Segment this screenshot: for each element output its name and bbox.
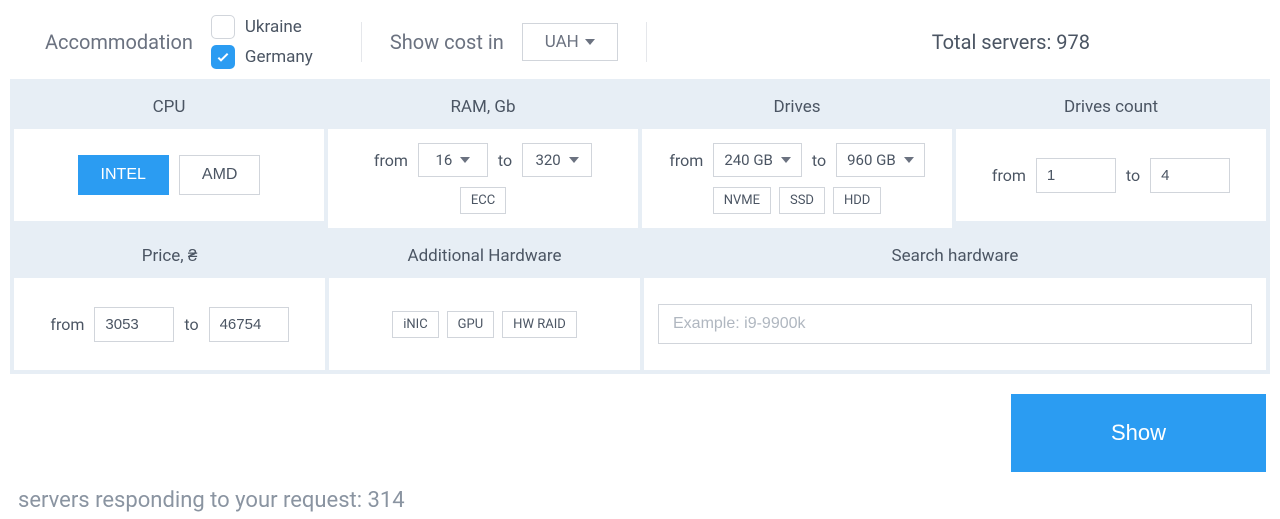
search-hardware-filter: Search hardware xyxy=(644,232,1266,370)
additional-tag-hwraid[interactable]: HW RAID xyxy=(502,311,577,338)
location-row-germany: Germany xyxy=(211,45,313,69)
additional-tag-gpu[interactable]: GPU xyxy=(447,311,495,338)
drives-to-label: to xyxy=(812,151,826,170)
drives-tag-ssd[interactable]: SSD xyxy=(779,187,825,214)
total-servers-value: 978 xyxy=(1056,30,1090,54)
location-options: Ukraine Germany xyxy=(211,15,313,69)
cost-label: Show cost in xyxy=(390,30,504,54)
drives-filter: Drives from 240 GB to 960 GB NVME xyxy=(642,83,952,228)
responding-value: 314 xyxy=(368,488,405,513)
drives-from-label: from xyxy=(669,151,703,170)
cpu-filter: CPU INTEL AMD xyxy=(14,83,324,228)
drives-count-to-input[interactable] xyxy=(1150,158,1230,193)
drives-to-value: 960 GB xyxy=(847,151,896,169)
check-icon xyxy=(215,49,231,65)
show-button[interactable]: Show xyxy=(1011,394,1266,472)
ram-to-select[interactable]: 320 xyxy=(522,143,592,177)
price-from-label: from xyxy=(50,315,84,334)
currency-value: UAH xyxy=(545,32,579,52)
filter-row-2: Price, ₴ from to Additional Hardware iNI… xyxy=(14,232,1266,370)
drives-count-from-label: from xyxy=(992,166,1026,185)
drives-count-to-label: to xyxy=(1126,166,1140,185)
top-bar: Accommodation Ukraine Germany Show cost … xyxy=(0,0,1280,79)
drives-to-select[interactable]: 960 GB xyxy=(836,143,925,177)
checkbox-ukraine[interactable] xyxy=(211,15,235,39)
responding-count: servers responding to your request: 314 xyxy=(0,482,1280,519)
drives-count-header: Drives count xyxy=(956,83,1266,129)
chevron-down-icon xyxy=(569,157,579,163)
price-filter: Price, ₴ from to xyxy=(14,232,325,370)
ram-from-value: 16 xyxy=(435,151,452,169)
drives-count-filter: Drives count from to xyxy=(956,83,1266,228)
price-to-label: to xyxy=(184,315,198,334)
additional-hardware-filter: Additional Hardware iNIC GPU HW RAID xyxy=(329,232,640,370)
accommodation-label: Accommodation xyxy=(45,30,193,54)
ram-from-label: from xyxy=(374,151,408,170)
location-label-germany: Germany xyxy=(245,47,313,67)
show-button-row: Show xyxy=(0,374,1280,482)
cpu-header: CPU xyxy=(14,83,324,129)
cpu-option-amd[interactable]: AMD xyxy=(179,155,261,195)
search-hardware-input[interactable] xyxy=(658,304,1252,344)
ram-to-label: to xyxy=(498,151,512,170)
ram-to-value: 320 xyxy=(535,151,560,169)
chevron-down-icon xyxy=(904,157,914,163)
filter-row-1: CPU INTEL AMD RAM, Gb from 16 to xyxy=(14,83,1266,228)
price-header: Price, ₴ xyxy=(14,232,325,278)
divider xyxy=(361,22,362,62)
chevron-down-icon xyxy=(460,157,470,163)
location-row-ukraine: Ukraine xyxy=(211,15,313,39)
additional-tag-inic[interactable]: iNIC xyxy=(392,311,438,338)
drives-from-value: 240 GB xyxy=(724,151,773,169)
drives-tag-hdd[interactable]: HDD xyxy=(833,187,881,214)
price-to-input[interactable] xyxy=(209,307,289,342)
total-servers-label: Total servers: xyxy=(932,30,1052,54)
chevron-down-icon xyxy=(781,157,791,163)
drives-tag-nvme[interactable]: NVME xyxy=(713,187,771,214)
filter-panel: CPU INTEL AMD RAM, Gb from 16 to xyxy=(10,79,1270,374)
ram-from-select[interactable]: 16 xyxy=(418,143,488,177)
responding-label: servers responding to your request: xyxy=(18,488,362,513)
drives-from-select[interactable]: 240 GB xyxy=(713,143,802,177)
cost-group: Show cost in UAH xyxy=(390,23,618,61)
chevron-down-icon xyxy=(585,39,595,45)
ram-header: RAM, Gb xyxy=(328,83,638,129)
total-servers: Total servers: 978 xyxy=(932,30,1270,54)
cpu-option-intel[interactable]: INTEL xyxy=(78,155,169,195)
ram-tag-ecc[interactable]: ECC xyxy=(460,187,506,214)
location-label-ukraine: Ukraine xyxy=(245,17,302,37)
drives-header: Drives xyxy=(642,83,952,129)
additional-hardware-header: Additional Hardware xyxy=(329,232,640,278)
ram-filter: RAM, Gb from 16 to 320 ECC xyxy=(328,83,638,228)
drives-count-from-input[interactable] xyxy=(1036,158,1116,193)
checkbox-germany[interactable] xyxy=(211,45,235,69)
price-from-input[interactable] xyxy=(94,307,174,342)
accommodation-group: Accommodation Ukraine Germany xyxy=(10,15,333,69)
currency-select[interactable]: UAH xyxy=(522,23,618,61)
divider xyxy=(646,22,647,62)
search-hardware-header: Search hardware xyxy=(644,232,1266,278)
